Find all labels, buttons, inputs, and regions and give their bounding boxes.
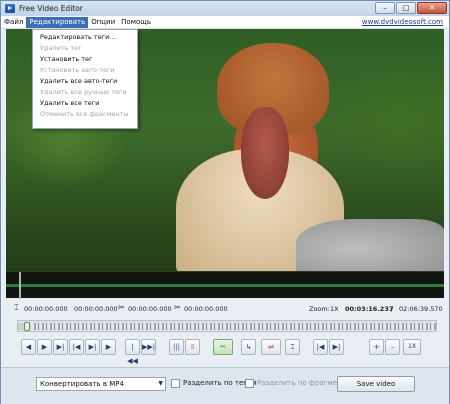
menu-item-cancel-fragments: Отменить все фрагменты — [40, 110, 129, 118]
scissors-button[interactable]: ✂ — [213, 339, 233, 355]
app-window: Free Video Editor – □ ✕ Файл Редактирова… — [0, 0, 450, 404]
window-title: Free Video Editor — [19, 4, 83, 13]
format-select-value: Конвертировать в MP4 — [40, 380, 124, 388]
step-back-button[interactable]: ◀ — [21, 339, 36, 355]
menu-item-delete-auto-tags[interactable]: Удалить все авто-теги — [33, 76, 137, 87]
timeline-thumbnails — [18, 323, 436, 330]
next-frame-button[interactable]: ▶| — [85, 339, 100, 355]
window-controls: – □ ✕ — [375, 2, 447, 14]
markers-button[interactable]: ||| — [169, 339, 184, 355]
next-marker-icon: ▶| — [332, 343, 341, 351]
save-video-button[interactable]: Save video — [337, 376, 415, 392]
cut-fragment-icon: ⇌ — [268, 343, 274, 351]
waveform-line — [6, 284, 444, 287]
prev-marker-icon: |◀ — [316, 343, 325, 351]
time-info-row: ⌶ 00:00:00.000 00:00:00.000 ✂ 00:00:00.0… — [6, 303, 444, 316]
prev-frame-icon: |◀ — [72, 343, 81, 351]
bottom-bar: Конвертировать в MP4 ▼ Разделить по тега… — [1, 367, 449, 404]
playback-toolbar: ◀ ▶ ▶| |◀ ▶| ▶ |◀◀ ▶▶| ||| ⇩ ✂ ↳ ⇌ ⌶ |◀ … — [17, 339, 437, 365]
prev-frame-button[interactable]: |◀ — [69, 339, 84, 355]
zoom-out-button[interactable]: – — [385, 339, 400, 355]
cut-fragment-button[interactable]: ⇌ — [261, 339, 281, 355]
waveform-position-marker[interactable] — [19, 272, 21, 299]
close-button[interactable]: ✕ — [417, 2, 447, 14]
zoom-reset-button[interactable]: 1X — [403, 339, 421, 355]
fragment-end-time: 00:00:00.000 — [184, 305, 228, 313]
zoom-out-icon: – — [390, 343, 395, 351]
next-marker-button[interactable]: ▶| — [329, 339, 344, 355]
markers-icon: ||| — [172, 343, 181, 351]
zoom-in-button[interactable]: + — [369, 339, 384, 355]
scissors-start-icon[interactable]: ✂ — [118, 303, 125, 312]
maximize-button[interactable]: □ — [396, 2, 416, 14]
menu-item-set-auto-tags: Установить авто-теги — [40, 66, 115, 74]
timeline-playhead[interactable] — [24, 322, 30, 331]
menu-item-delete-tag: Удалить тег — [40, 44, 82, 52]
menu-options[interactable]: Опции — [88, 17, 118, 28]
current-time: 00:03:16.237 — [345, 305, 394, 313]
video-frame-nose — [241, 107, 289, 199]
menu-file[interactable]: Файл — [1, 17, 26, 28]
play-pause-icon: ▶| — [56, 343, 65, 351]
fragment-start-time: 00:00:00.000 — [128, 305, 172, 313]
split-by-fragments-checkbox[interactable] — [245, 379, 254, 388]
format-select[interactable]: Конвертировать в MP4 ▼ — [36, 377, 166, 391]
zoom-reset-icon: 1X — [408, 343, 416, 350]
prev-marker-button[interactable]: |◀ — [313, 339, 328, 355]
menu-item-delete-all-tags[interactable]: Удалить все теги — [33, 98, 137, 109]
go-end-button[interactable]: ▶▶| — [141, 339, 156, 355]
menu-edit[interactable]: Редактировать — [26, 16, 89, 28]
start-time: 00:00:00.000 — [24, 305, 68, 313]
go-end-icon: ▶▶| — [142, 343, 156, 351]
menu-bar: Файл Редактировать Опции Помощь www.dvdv… — [1, 16, 449, 29]
trim-icon: ⌶ — [290, 343, 295, 351]
split-by-tags-checkbox[interactable] — [171, 379, 180, 388]
step-back-icon: ◀ — [25, 343, 32, 351]
chevron-down-icon: ▼ — [158, 380, 163, 387]
return-button[interactable]: ↳ — [241, 339, 256, 355]
download-marker-button[interactable]: ⇩ — [185, 339, 200, 355]
timeline-track[interactable] — [17, 320, 437, 332]
start-marker-icon[interactable]: ⌶ — [14, 303, 19, 313]
forward-button[interactable]: ▶ — [101, 339, 116, 355]
minimize-button[interactable]: – — [375, 2, 395, 14]
menu-item-edit-tags[interactable]: Редактировать теги... — [33, 32, 137, 43]
menu-item-delete-manual-tags: Удалить все ручные теги — [40, 88, 127, 96]
trim-button[interactable]: ⌶ — [285, 339, 300, 355]
video-frame-arm — [296, 219, 444, 271]
title-bar: Free Video Editor – □ ✕ — [1, 1, 449, 16]
return-icon: ↳ — [245, 343, 252, 351]
end-time: 00:00:00.000 — [74, 305, 118, 313]
play-icon: ▶ — [41, 343, 48, 351]
next-frame-icon: ▶| — [88, 343, 97, 351]
menu-item-set-tag[interactable]: Установить тег — [33, 54, 137, 65]
time-separator: / — [391, 305, 394, 313]
go-start-button[interactable]: |◀◀ — [125, 339, 140, 365]
menu-help[interactable]: Помощь — [118, 17, 154, 28]
download-marker-icon: ⇩ — [189, 343, 196, 351]
go-start-icon: |◀◀ — [127, 343, 138, 365]
play-pause-button[interactable]: ▶| — [53, 339, 68, 355]
play-button[interactable]: ▶ — [37, 339, 52, 355]
forward-icon: ▶ — [105, 343, 112, 351]
edit-menu-dropdown: Редактировать теги... Удалить тег Устано… — [32, 29, 138, 129]
scissors-icon: ✂ — [220, 343, 226, 351]
audio-waveform[interactable] — [6, 271, 444, 299]
zoom-label: Zoom: — [309, 305, 330, 313]
website-link[interactable]: www.dvdvideosoft.com — [362, 17, 443, 28]
app-logo-icon — [5, 4, 15, 13]
zoom-value: 1X — [330, 305, 339, 313]
scissors-end-icon[interactable]: ✂ — [174, 303, 181, 312]
total-time: 02:06:39.570 — [399, 305, 443, 313]
zoom-in-icon: + — [373, 343, 380, 351]
